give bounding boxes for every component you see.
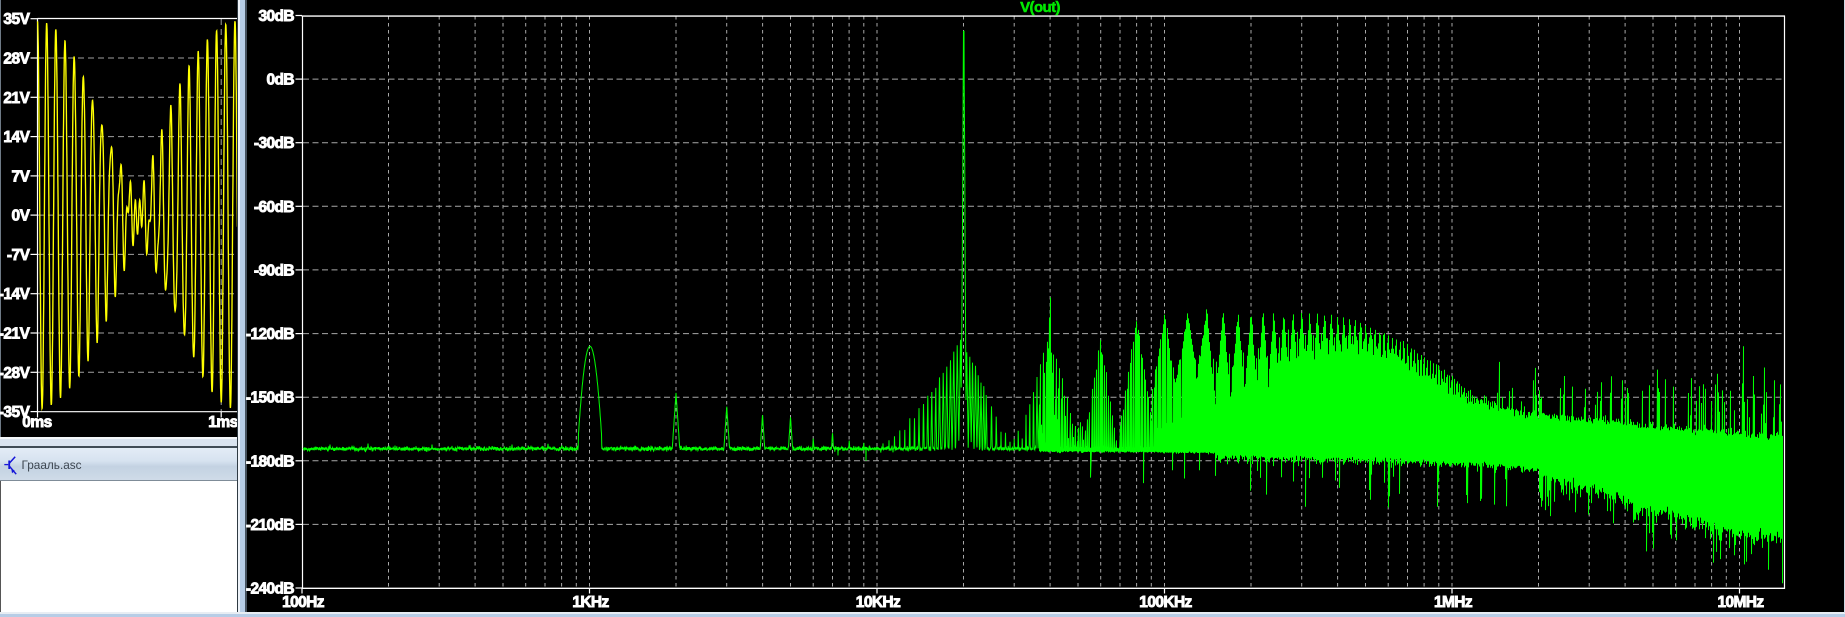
- svg-text:-21V: -21V: [0, 326, 31, 343]
- svg-text:-120dB: -120dB: [246, 326, 294, 343]
- svg-text:1ms: 1ms: [208, 414, 238, 431]
- svg-text:100Hz: 100Hz: [282, 594, 325, 611]
- svg-text:21V: 21V: [3, 90, 30, 107]
- svg-text:35V: 35V: [3, 11, 30, 28]
- svg-text:100KHz: 100KHz: [1139, 594, 1192, 611]
- svg-text:-90dB: -90dB: [254, 262, 294, 279]
- svg-text:1MHz: 1MHz: [1434, 594, 1473, 611]
- svg-text:-60dB: -60dB: [254, 199, 294, 216]
- svg-text:28V: 28V: [3, 51, 30, 68]
- svg-text:-30dB: -30dB: [254, 135, 294, 152]
- svg-text:30dB: 30dB: [258, 8, 294, 25]
- svg-text:0ms: 0ms: [22, 414, 52, 431]
- svg-text:-28V: -28V: [0, 365, 31, 382]
- svg-text:10KHz: 10KHz: [856, 594, 901, 611]
- svg-text:0V: 0V: [12, 208, 31, 225]
- svg-text:-7V: -7V: [7, 247, 31, 264]
- svg-text:-180dB: -180dB: [246, 453, 294, 470]
- svg-text:0dB: 0dB: [267, 72, 295, 89]
- svg-text:-150dB: -150dB: [246, 390, 294, 407]
- svg-text:-210dB: -210dB: [246, 517, 294, 534]
- svg-text:14V: 14V: [3, 129, 30, 146]
- svg-text:-14V: -14V: [0, 286, 31, 303]
- svg-text:10MHz: 10MHz: [1717, 594, 1764, 611]
- svg-text:1KHz: 1KHz: [572, 594, 609, 611]
- svg-text:V(out): V(out): [1020, 0, 1060, 16]
- svg-text:7V: 7V: [12, 168, 31, 185]
